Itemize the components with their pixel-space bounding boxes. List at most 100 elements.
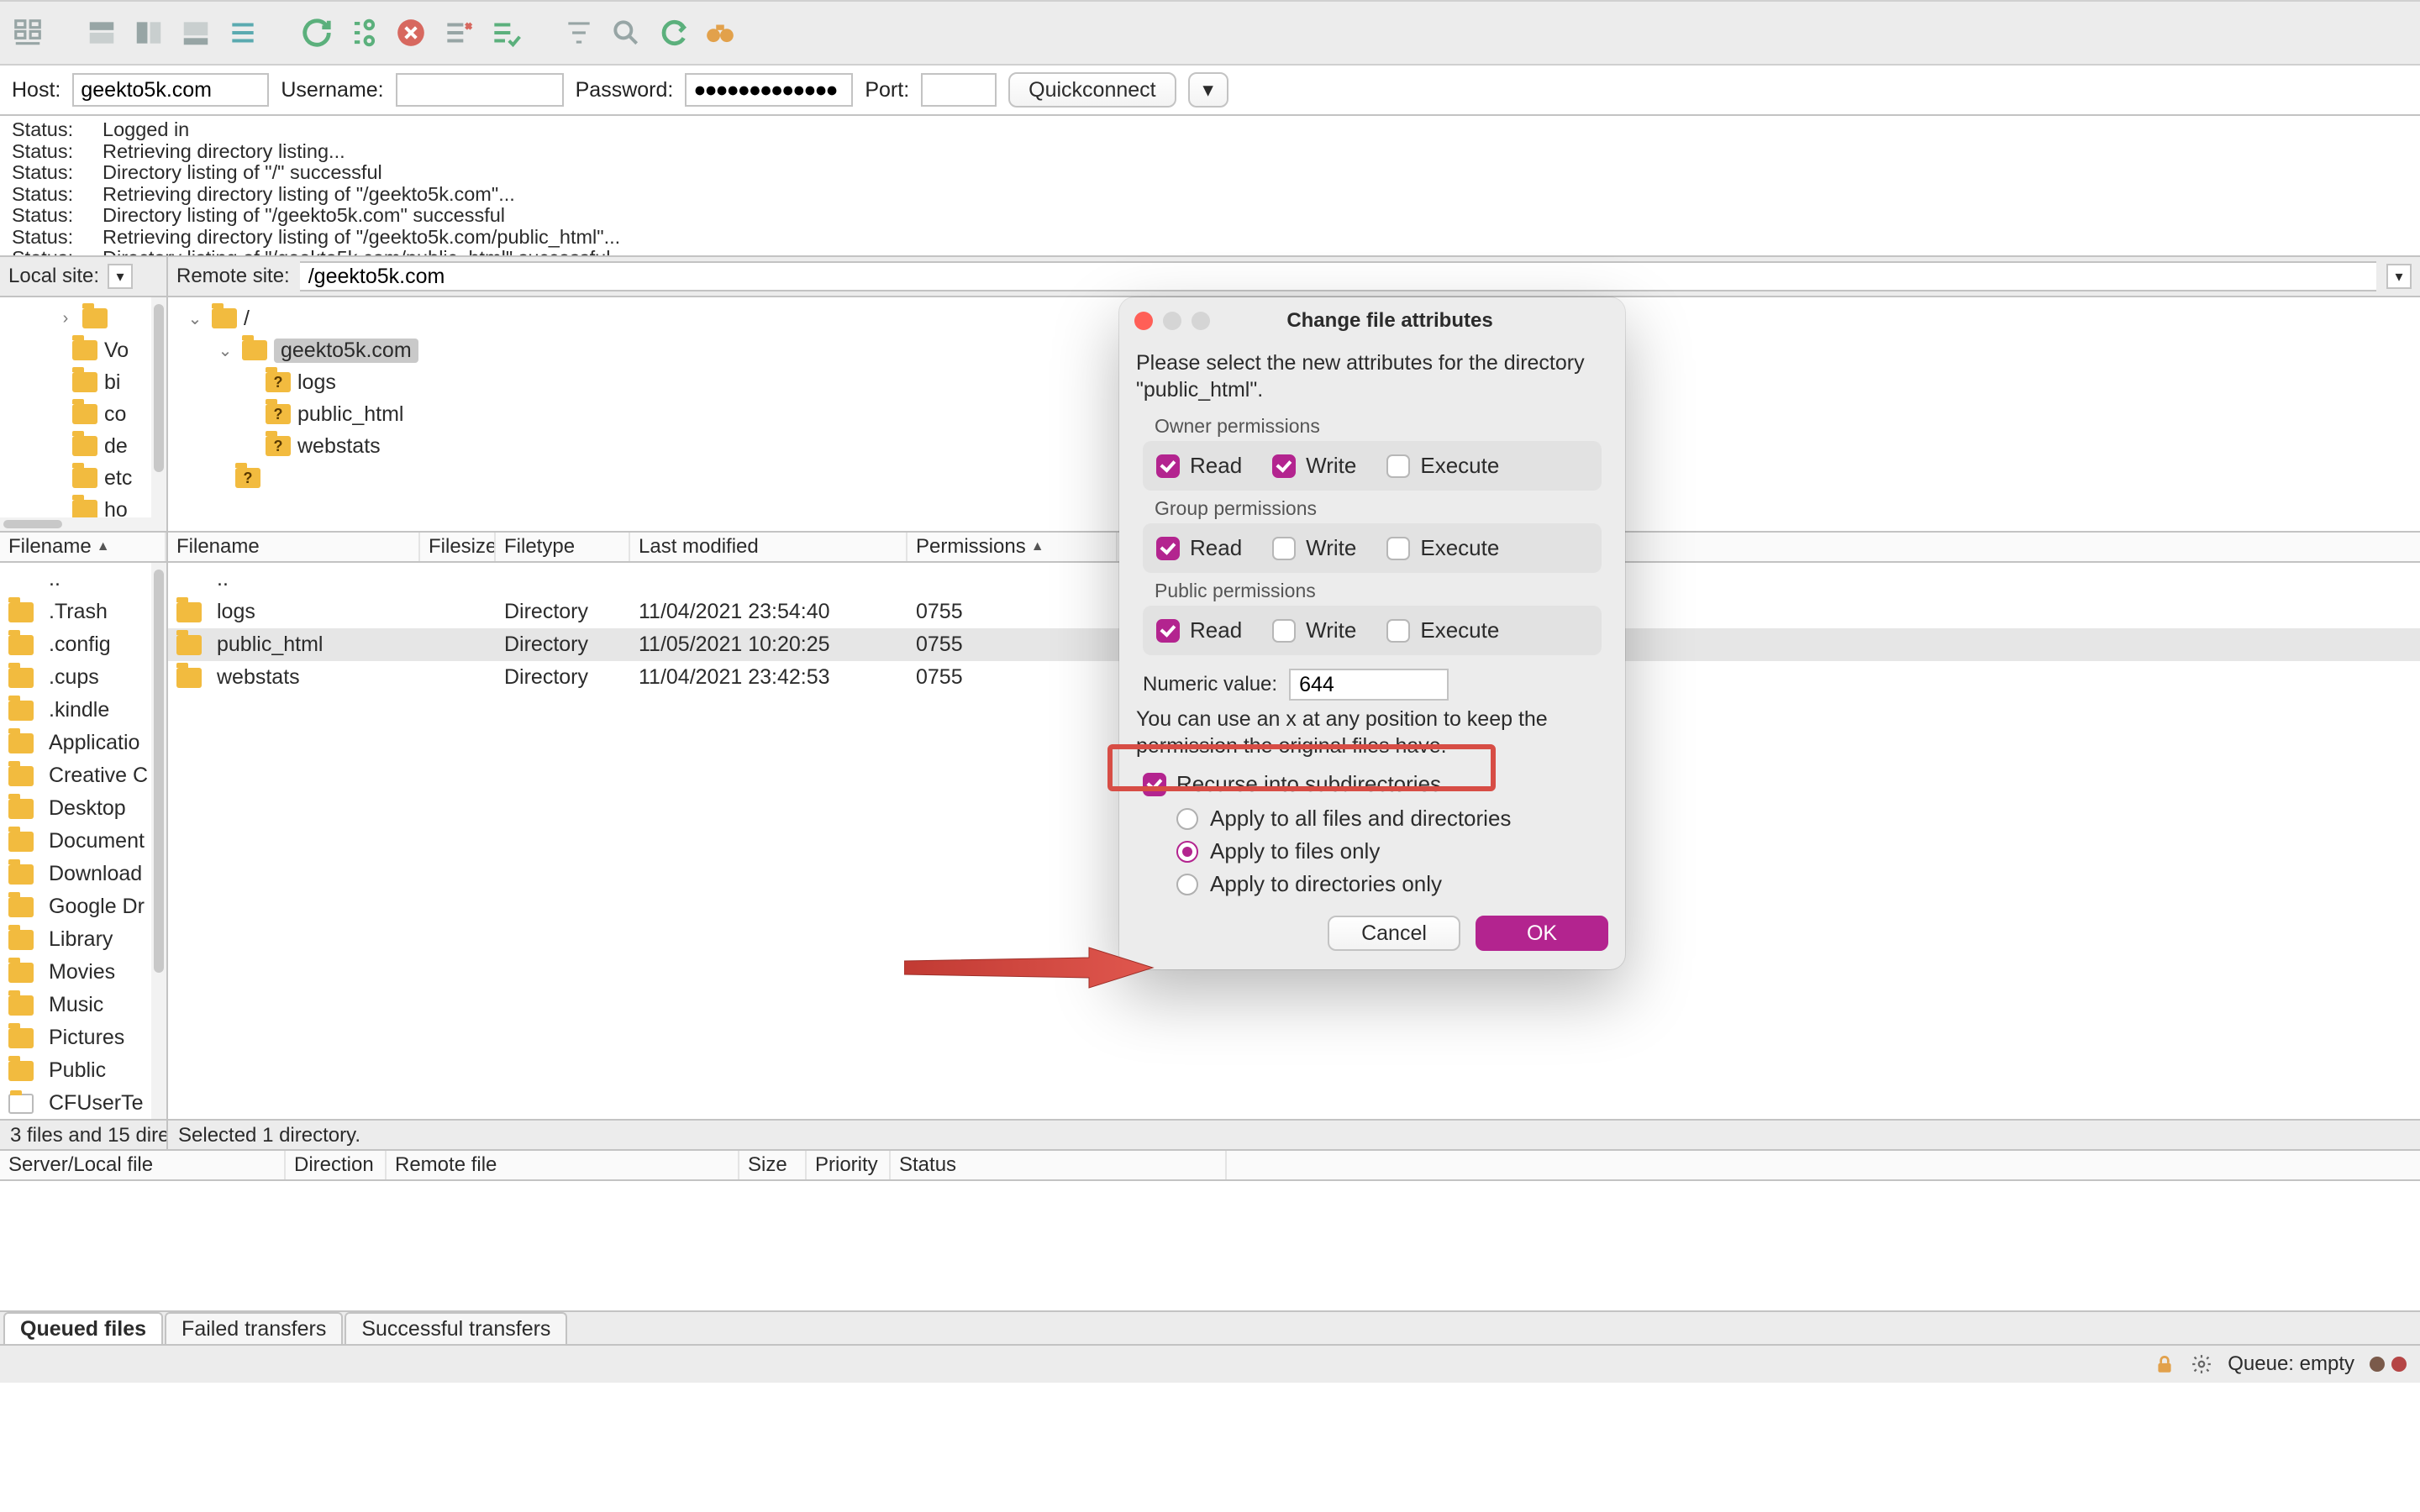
list-item[interactable]: .. [0,563,166,596]
public-execute-checkbox[interactable]: Execute [1386,617,1499,643]
column-header[interactable]: Size [739,1151,807,1179]
activity-indicators [2370,1357,2407,1372]
list-item[interactable]: .kindle [0,694,166,727]
numeric-value-input[interactable] [1289,669,1449,701]
recurse-checkbox[interactable]: Recurse into subdirectories [1143,771,1608,797]
list-item[interactable]: .config [0,628,166,661]
bottom-tab[interactable]: Queued files [3,1312,163,1344]
checkbox-icon [1143,773,1166,796]
list-item[interactable]: Applicatio [0,727,166,759]
ok-button[interactable]: OK [1476,916,1608,951]
local-site-dropdown[interactable]: ▾ [108,264,133,289]
process-queue-icon[interactable] [346,15,381,50]
remote-site-input[interactable] [300,261,2376,291]
list-item[interactable]: Public [0,1054,166,1087]
cancel-button[interactable]: Cancel [1328,916,1460,951]
list-item[interactable]: Download [0,858,166,890]
queue-body[interactable] [0,1181,2420,1312]
public-read-checkbox[interactable]: Read [1156,617,1242,643]
list-item[interactable]: Creative C [0,759,166,792]
search-icon[interactable] [608,15,644,50]
local-tree[interactable]: ›Vobicodeetcho [0,297,168,531]
toggle-queue-icon[interactable] [178,15,213,50]
toggle-tree-icon[interactable] [131,15,166,50]
column-header[interactable]: Filename [168,533,420,561]
queue-status: Queue: empty [2228,1352,2354,1376]
list-item[interactable]: .cups [0,661,166,694]
owner-execute-checkbox[interactable]: Execute [1386,453,1499,479]
apply-files-radio[interactable]: Apply to files only [1176,838,1608,864]
scrollbar-horizontal[interactable] [0,517,151,531]
quickconnect-button[interactable]: Quickconnect [1008,72,1176,108]
host-input[interactable] [72,73,269,107]
bottom-tab[interactable]: Successful transfers [345,1312,567,1344]
sort-asc-icon: ▲ [97,539,110,554]
reconnect-icon[interactable] [487,15,523,50]
list-item[interactable]: .Trash [0,596,166,628]
close-icon[interactable] [1134,312,1153,330]
status-bar: Queue: empty [0,1346,2420,1383]
port-input[interactable] [921,73,997,107]
list-item[interactable]: Desktop [0,792,166,825]
checkbox-icon [1386,619,1410,643]
group-permissions-label: Group permissions [1155,497,1608,520]
column-header[interactable]: Last modified [630,533,908,561]
column-header[interactable]: Server/Local file [0,1151,286,1179]
checkbox-icon [1156,537,1180,560]
list-item[interactable]: Movies [0,956,166,989]
site-path-bars: Local site: ▾ Remote site: ▾ [0,257,2420,297]
toggle-log-icon[interactable] [84,15,119,50]
column-header[interactable]: Remote file [387,1151,739,1179]
apply-dirs-radio[interactable]: Apply to directories only [1176,871,1608,897]
remote-site-label: Remote site: [176,265,290,288]
local-file-list[interactable]: Filename▲ ...Trash.config.cups.kindleApp… [0,533,168,1119]
remote-site-bar: Remote site: ▾ [168,257,2420,296]
disconnect-icon[interactable] [440,15,476,50]
bottom-tab[interactable]: Failed transfers [165,1312,343,1344]
list-item[interactable]: Google Dr [0,890,166,923]
owner-write-checkbox[interactable]: Write [1272,453,1356,479]
scrollbar-vertical[interactable] [151,563,166,1119]
column-header[interactable]: Status [891,1151,1227,1179]
sitemanager-icon[interactable] [10,15,45,50]
filter-icon[interactable] [561,15,597,50]
column-header[interactable]: Filetype [496,533,630,561]
list-item[interactable]: Pictures [0,1021,166,1054]
column-header[interactable]: Filesize [420,533,496,561]
owner-read-checkbox[interactable]: Read [1156,453,1242,479]
dialog-titlebar[interactable]: Change file attributes [1119,297,1625,344]
queue-header[interactable]: Server/Local fileDirectionRemote fileSiz… [0,1151,2420,1181]
group-read-checkbox[interactable]: Read [1156,535,1242,561]
list-status-bar: 3 files and 15 dire Selected 1 directory… [0,1121,2420,1151]
main-toolbar [0,0,2420,66]
refresh-icon[interactable] [299,15,334,50]
list-item[interactable]: Library [0,923,166,956]
remote-site-dropdown[interactable]: ▾ [2386,264,2412,289]
scrollbar-vertical[interactable] [151,297,166,531]
quickconnect-history-button[interactable]: ▾ [1188,72,1228,108]
group-write-checkbox[interactable]: Write [1272,535,1356,561]
local-list-header[interactable]: Filename▲ [0,533,166,563]
gear-icon[interactable] [2191,1353,2212,1375]
list-item[interactable]: CFUserTe [0,1087,166,1119]
apply-all-radio[interactable]: Apply to all files and directories [1176,806,1608,832]
local-status: 3 files and 15 dire [0,1121,168,1149]
list-item[interactable]: Music [0,989,166,1021]
message-log[interactable]: Status:Logged inStatus:Retrieving direct… [0,116,2420,257]
password-input[interactable] [685,73,853,107]
binoculars-icon[interactable] [702,15,738,50]
public-write-checkbox[interactable]: Write [1272,617,1356,643]
cancel-icon[interactable] [393,15,429,50]
local-site-bar: Local site: ▾ [0,257,168,296]
public-permissions-label: Public permissions [1155,580,1608,602]
owner-permissions: Read Write Execute [1143,441,1602,491]
column-header[interactable]: Priority [807,1151,891,1179]
column-header[interactable]: Permissions▲ [908,533,1118,561]
toggle-sync-icon[interactable] [225,15,260,50]
compare-icon[interactable] [655,15,691,50]
username-input[interactable] [396,73,564,107]
group-execute-checkbox[interactable]: Execute [1386,535,1499,561]
checkbox-icon [1156,454,1180,478]
list-item[interactable]: Document [0,825,166,858]
column-header[interactable]: Direction [286,1151,387,1179]
